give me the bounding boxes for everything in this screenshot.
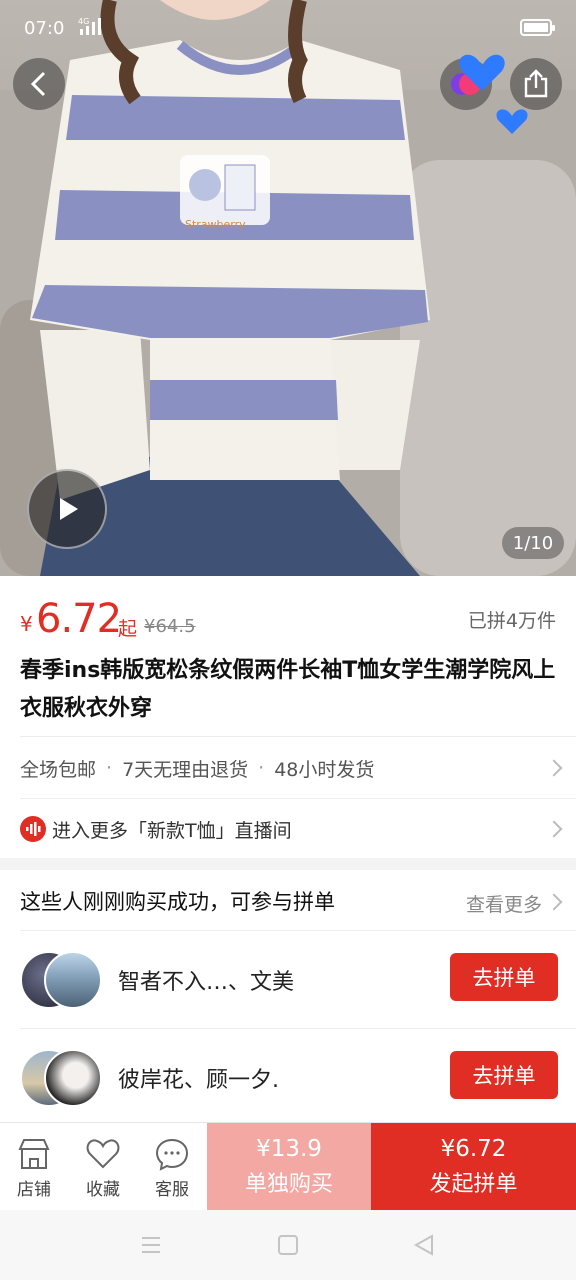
avatar [44, 1049, 102, 1107]
signal-icon: 4G [78, 17, 101, 35]
price-suffix: 起 [118, 618, 138, 640]
chevron-right-icon [545, 893, 563, 911]
see-more-link[interactable]: 查看更多 [466, 890, 542, 917]
favorite-tab[interactable]: 收藏 [69, 1123, 137, 1211]
section-gap [0, 858, 576, 870]
svg-text:Strawberry: Strawberry [185, 218, 246, 231]
product-image-gallery[interactable]: Strawberry 07:0 4G 1/10 [0, 0, 576, 576]
group-buy-title: 这些人刚刚购买成功，可参与拼单 [20, 890, 335, 914]
avatar-group [20, 947, 110, 1011]
heart-icon [86, 1139, 120, 1169]
buy-alone-label: 单独购买 [244, 1172, 333, 1197]
group-buy-item: 智者不入…、文美 去拼单 [20, 947, 560, 1011]
live-room-label: 进入更多「新款T恤」直播间 [52, 819, 292, 842]
sold-count: 已拼4万件 [467, 610, 556, 632]
favorite-label: 收藏 [86, 1180, 120, 1200]
price-row: ¥ 6.72 起 ¥64.5 已拼4万件 [20, 596, 560, 646]
service-shipping-time: 48小时发货 [274, 758, 375, 781]
price-value: 6.72 [36, 596, 122, 642]
divider [20, 1028, 576, 1029]
group-buy-item: 彼岸花、顾一夕. 去拼单 [20, 1045, 560, 1109]
store-label: 店铺 [17, 1180, 51, 1200]
live-room-link[interactable]: 进入更多「新款T恤」直播间 [20, 808, 563, 850]
join-group-button[interactable]: 去拼单 [450, 953, 558, 1001]
back-button[interactable] [13, 58, 65, 110]
separator-dot: · [258, 757, 265, 779]
live-icon [20, 816, 46, 842]
product-title: 春季ins韩版宽松条纹假两件长袖T恤女学生潮学院风上衣服秋衣外穿 [20, 658, 556, 721]
price-currency: ¥ [20, 612, 33, 636]
customer-service-tab[interactable]: 客服 [138, 1123, 206, 1211]
original-price: ¥64.5 [144, 616, 196, 637]
group-buy-label: 发起拼单 [429, 1172, 518, 1197]
service-return-policy: 7天无理由退货 [122, 758, 249, 781]
service-promises-row[interactable]: 全场包邮 · 7天无理由退货 · 48小时发货 [20, 746, 563, 790]
group-buy-price: ¥6.72 [440, 1136, 507, 1162]
avatar-group [20, 1045, 110, 1109]
home-icon[interactable] [277, 1234, 299, 1256]
start-group-buy-button[interactable]: ¥6.72 发起拼单 [371, 1123, 576, 1211]
group-member-names: 智者不入…、文美 [118, 970, 295, 995]
group-buy-header: 这些人刚刚购买成功，可参与拼单 查看更多 [20, 882, 563, 922]
group-member-names: 彼岸花、顾一夕. [118, 1068, 279, 1093]
chevron-right-icon [545, 820, 563, 838]
avatar [44, 951, 102, 1009]
share-button[interactable] [510, 58, 562, 110]
store-icon [18, 1139, 50, 1169]
chat-icon [155, 1138, 189, 1171]
divider [20, 736, 576, 737]
divider [20, 798, 576, 799]
divider [20, 930, 576, 931]
battery-icon [520, 19, 555, 36]
system-navigation-bar [0, 1210, 576, 1280]
buy-alone-button[interactable]: ¥13.9 单独购买 [207, 1123, 371, 1211]
service-free-shipping: 全场包邮 [20, 758, 97, 781]
status-time: 07:0 [24, 18, 65, 39]
separator-dot: · [106, 757, 113, 779]
play-video-button[interactable] [27, 469, 107, 549]
play-icon [60, 498, 78, 520]
share-icon [524, 69, 548, 98]
network-label: 4G [78, 17, 89, 26]
bottom-action-bar: 店铺 收藏 客服 ¥13.9 单独购买 ¥6.72 发起拼单 [0, 1122, 576, 1211]
store-tab[interactable]: 店铺 [0, 1123, 68, 1211]
buy-alone-price: ¥13.9 [256, 1136, 322, 1162]
join-group-button[interactable]: 去拼单 [450, 1051, 558, 1099]
chevron-left-icon [30, 71, 46, 97]
back-nav-icon[interactable] [413, 1234, 435, 1256]
chevron-right-icon [545, 759, 563, 777]
gallery-page-indicator: 1/10 [502, 527, 564, 559]
menu-icon[interactable] [140, 1234, 162, 1256]
customer-service-label: 客服 [155, 1180, 189, 1200]
